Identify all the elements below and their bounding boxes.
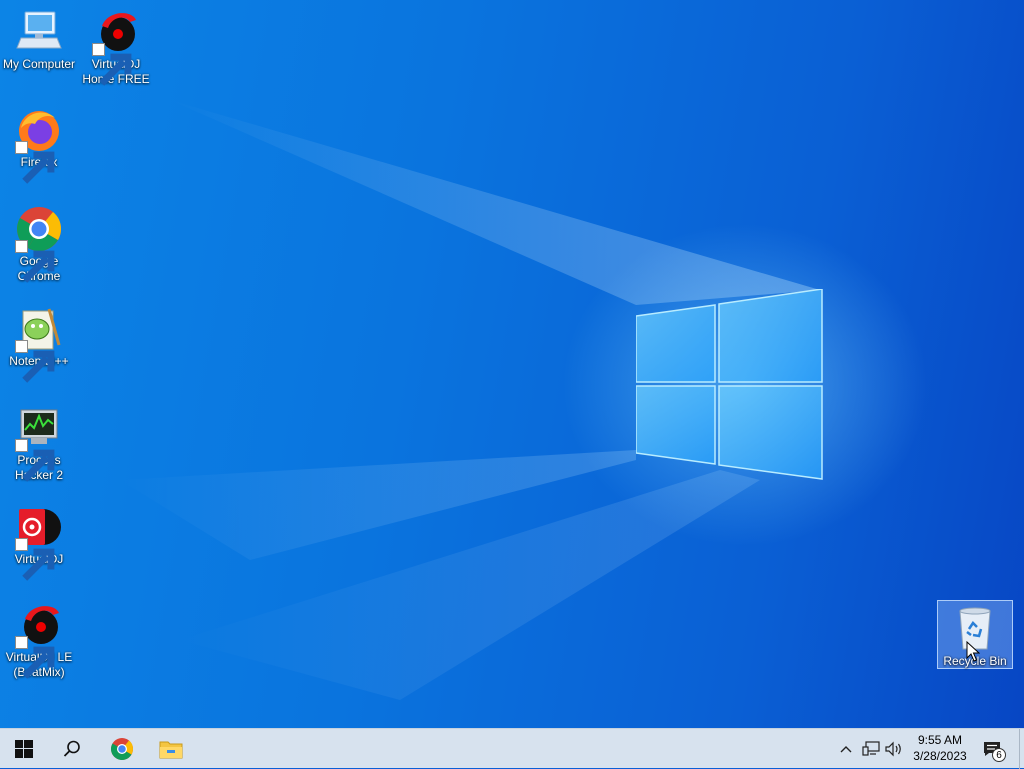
shortcut-arrow-icon (15, 439, 55, 482)
notepadpp-icon (15, 305, 63, 383)
chrome-icon (111, 738, 134, 760)
firefox-icon (15, 106, 63, 184)
mouse-cursor-icon (966, 641, 980, 662)
shortcut-arrow-icon (15, 240, 55, 283)
virtualdj-le-icon (15, 601, 63, 679)
network-button[interactable] (860, 729, 882, 769)
volume-icon (885, 741, 901, 757)
windows-start-icon (15, 740, 33, 758)
network-icon (862, 741, 880, 756)
desktop-icon-firefox[interactable]: Firefox (1, 106, 77, 184)
show-hidden-icons-button[interactable] (836, 729, 856, 769)
start-button[interactable] (0, 729, 48, 769)
wallpaper-light-beams (120, 100, 820, 700)
shortcut-arrow-icon (92, 43, 132, 86)
desktop-icon-my-computer[interactable]: My Computer (1, 8, 77, 72)
desktop-icon-process-hacker-2[interactable]: Process Hacker 2 (1, 404, 77, 483)
taskbar-file-explorer-button[interactable] (147, 729, 195, 769)
taskbar-clock[interactable]: 9:55 AM 3/28/2023 (904, 729, 976, 769)
desktop-icon-notepadpp[interactable]: Notepad++ (1, 305, 77, 383)
virtualdj-home-icon (92, 8, 140, 86)
clock-date: 3/28/2023 (913, 749, 967, 763)
shortcut-arrow-icon (15, 636, 55, 679)
desktop[interactable]: My Computer VirtualDJ Home FREE Firefox (0, 0, 1024, 728)
action-center-button[interactable]: 6 (980, 729, 1006, 769)
wallpaper-windows-logo (636, 289, 823, 480)
virtualdj-icon (15, 503, 63, 581)
taskbar-chrome-button[interactable] (98, 729, 146, 769)
desktop-icon-virtualdj[interactable]: VirtualDJ (1, 503, 77, 581)
shortcut-arrow-icon (15, 141, 55, 184)
desktop-icon-virtualdj-le-beatmix[interactable]: VirtualDJ LE (BeatMix) (1, 601, 77, 680)
shortcut-arrow-icon (15, 340, 55, 383)
chrome-icon (15, 205, 63, 283)
desktop-icon-virtualdj-home-free[interactable]: VirtualDJ Home FREE (78, 8, 154, 87)
file-explorer-icon (159, 741, 183, 759)
notification-count-badge: 6 (992, 748, 1006, 762)
clock-time: 9:55 AM (917, 733, 963, 747)
taskbar: 9:55 AM 3/28/2023 6 (0, 728, 1024, 769)
volume-button[interactable] (883, 729, 905, 769)
desktop-icon-google-chrome[interactable]: Google Chrome (1, 205, 77, 284)
desktop-icon-label: My Computer (2, 57, 76, 71)
search-icon (63, 740, 80, 757)
process-hacker-icon (15, 404, 63, 482)
chevron-up-icon (840, 746, 852, 753)
show-desktop-button[interactable] (1019, 729, 1024, 769)
computer-icon (15, 8, 63, 56)
search-button[interactable] (48, 729, 96, 769)
shortcut-arrow-icon (15, 538, 55, 581)
